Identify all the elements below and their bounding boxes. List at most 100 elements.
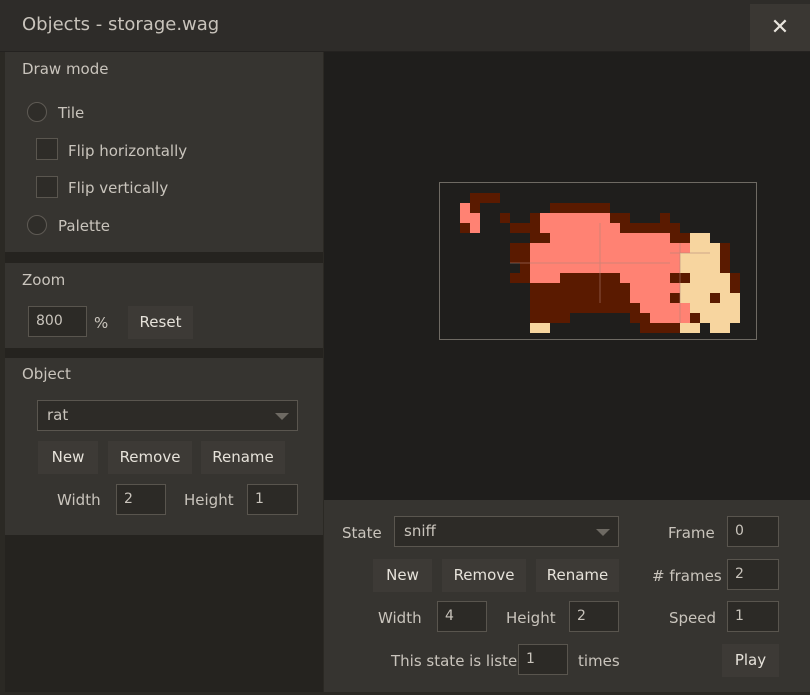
sprite-pixel xyxy=(660,213,670,223)
draw-mode-title: Draw mode xyxy=(22,60,109,78)
frame-input[interactable]: 0 xyxy=(727,516,779,547)
state-rename-button[interactable]: Rename xyxy=(536,559,619,592)
sprite-pixel xyxy=(560,313,570,323)
sprite-pixel xyxy=(610,263,620,273)
object-title: Object xyxy=(22,365,71,383)
sprite-frame xyxy=(439,182,757,340)
sprite-pixel xyxy=(520,223,530,233)
sprite-pixel xyxy=(560,273,570,283)
sprite-pixel xyxy=(560,263,570,273)
sprite-pixel xyxy=(640,243,650,253)
sprite-pixel xyxy=(680,233,690,243)
sprite-pixel xyxy=(560,283,570,293)
close-button[interactable]: ✕ xyxy=(750,4,810,51)
sprite-pixel xyxy=(610,213,620,223)
state-width-input[interactable]: 4 xyxy=(437,601,487,632)
chevron-down-icon xyxy=(596,529,610,536)
sprite-pixel xyxy=(710,243,720,253)
sprite-pixel xyxy=(640,283,650,293)
object-height-input[interactable]: 1 xyxy=(247,484,298,515)
sprite-pixel xyxy=(710,303,720,313)
sprite-pixel xyxy=(600,233,610,243)
sprite-pixel xyxy=(640,293,650,303)
sprite-preview[interactable] xyxy=(324,52,810,500)
sprite-pixel xyxy=(700,233,710,243)
sprite-pixel xyxy=(540,213,550,223)
sprite-pixel xyxy=(570,263,580,273)
sprite-pixel xyxy=(720,273,730,283)
sprite-pixel xyxy=(510,223,520,233)
object-new-button[interactable]: New xyxy=(38,441,98,474)
state-remove-button[interactable]: Remove xyxy=(442,559,526,592)
sprite-pixel xyxy=(690,233,700,243)
sprite-pixel xyxy=(660,303,670,313)
sprite-pixel xyxy=(550,293,560,303)
sprite-pixel xyxy=(530,243,540,253)
listed-count-input[interactable]: 1 xyxy=(518,644,568,675)
flip-horizontally-checkbox[interactable] xyxy=(36,138,58,160)
object-rename-button[interactable]: Rename xyxy=(201,441,285,474)
sprite-pixel xyxy=(460,223,470,233)
sprite-pixel xyxy=(640,263,650,273)
zoom-input[interactable]: 800 xyxy=(28,306,87,337)
sprite-pixel xyxy=(590,263,600,273)
sprite-pixel xyxy=(610,243,620,253)
sprite-pixel xyxy=(530,263,540,273)
sprite-pixel xyxy=(620,283,630,293)
sprite-pixel xyxy=(560,293,570,303)
sprite-pixel xyxy=(460,203,470,213)
sprite-pixel xyxy=(600,203,610,213)
frames-count-input[interactable]: 2 xyxy=(727,559,779,590)
sprite-pixel xyxy=(470,213,480,223)
sprite-pixel xyxy=(550,273,560,283)
speed-input[interactable]: 1 xyxy=(727,601,779,632)
sprite-pixel xyxy=(650,233,660,243)
sprite-pixel xyxy=(520,253,530,263)
palette-radio[interactable] xyxy=(27,215,47,235)
play-button[interactable]: Play xyxy=(722,644,779,677)
sprite-pixel xyxy=(560,253,570,263)
sprite-pixel xyxy=(700,243,710,253)
sprite-pixel xyxy=(730,293,740,303)
object-remove-button[interactable]: Remove xyxy=(108,441,192,474)
sprite-pixel xyxy=(530,273,540,283)
sprite-pixel xyxy=(530,283,540,293)
object-select[interactable]: rat xyxy=(37,400,298,431)
sprite-pixel xyxy=(680,303,690,313)
sprite-pixel xyxy=(530,253,540,263)
sprite-pixel xyxy=(470,193,480,203)
sprite-pixel xyxy=(720,313,730,323)
tile-radio[interactable] xyxy=(27,102,47,122)
state-new-button[interactable]: New xyxy=(373,559,432,592)
sprite-pixel xyxy=(660,273,670,283)
chevron-down-icon xyxy=(275,413,289,420)
sprite-pixel xyxy=(530,323,540,333)
sprite-pixel xyxy=(670,263,680,273)
sprite-pixel xyxy=(590,213,600,223)
sprite-pixel xyxy=(540,283,550,293)
sprite-pixel xyxy=(680,273,690,283)
sprite-pixel xyxy=(670,243,680,253)
flip-vertically-checkbox[interactable] xyxy=(36,176,58,198)
sprite-pixel xyxy=(460,213,470,223)
sprite-pixel xyxy=(580,213,590,223)
sprite-pixel xyxy=(680,323,690,333)
object-width-input[interactable]: 2 xyxy=(116,484,166,515)
sprite-pixel xyxy=(510,253,520,263)
sprite-pixel xyxy=(710,283,720,293)
sprite-pixel xyxy=(650,323,660,333)
sprite-pixel xyxy=(600,263,610,273)
sprite-pixel xyxy=(600,213,610,223)
state-height-input[interactable]: 2 xyxy=(569,601,619,632)
sprite-pixel xyxy=(570,223,580,233)
draw-mode-section: Draw mode Tile Flip horizontally Flip ve… xyxy=(5,52,323,252)
zoom-reset-button[interactable]: Reset xyxy=(128,306,193,339)
object-width-label: Width xyxy=(57,491,101,509)
state-width-label: Width xyxy=(378,609,422,627)
state-select[interactable]: sniff xyxy=(394,516,619,547)
sprite-pixel xyxy=(650,253,660,263)
sprite-pixel xyxy=(550,223,560,233)
object-section: Object rat New Remove Rename Width 2 Hei… xyxy=(5,358,323,535)
sprite-pixel xyxy=(710,273,720,283)
speed-label: Speed xyxy=(669,609,717,627)
